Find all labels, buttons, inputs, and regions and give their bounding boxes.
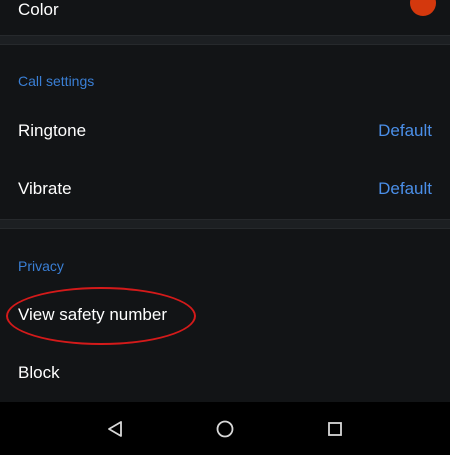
block-label: Block xyxy=(18,363,60,382)
home-circle-icon xyxy=(216,420,234,437)
home-button[interactable] xyxy=(205,409,245,449)
recents-square-icon xyxy=(328,421,342,436)
view-safety-number-row[interactable]: View safety number xyxy=(0,290,450,340)
color-setting-row[interactable]: Color xyxy=(0,0,450,30)
ringtone-setting-row[interactable]: Ringtone Default xyxy=(0,106,450,156)
back-triangle-icon xyxy=(108,420,122,437)
system-navigation-bar xyxy=(0,402,450,455)
section-divider xyxy=(0,219,450,229)
section-divider xyxy=(0,35,450,45)
back-button[interactable] xyxy=(95,409,135,449)
recents-button[interactable] xyxy=(315,409,355,449)
color-swatch xyxy=(410,0,436,16)
view-safety-number-label: View safety number xyxy=(18,305,167,324)
color-setting-label: Color xyxy=(18,0,59,19)
block-row[interactable]: Block xyxy=(0,348,450,398)
ringtone-label: Ringtone xyxy=(18,121,87,140)
vibrate-value: Default xyxy=(378,179,432,198)
ringtone-value: Default xyxy=(378,121,432,140)
privacy-header: Privacy xyxy=(18,258,64,274)
vibrate-label: Vibrate xyxy=(18,179,72,198)
conversation-settings-screen: Color Call settings Ringtone Default Vib… xyxy=(0,0,450,455)
vibrate-setting-row[interactable]: Vibrate Default xyxy=(0,164,450,214)
call-settings-header: Call settings xyxy=(18,73,95,89)
